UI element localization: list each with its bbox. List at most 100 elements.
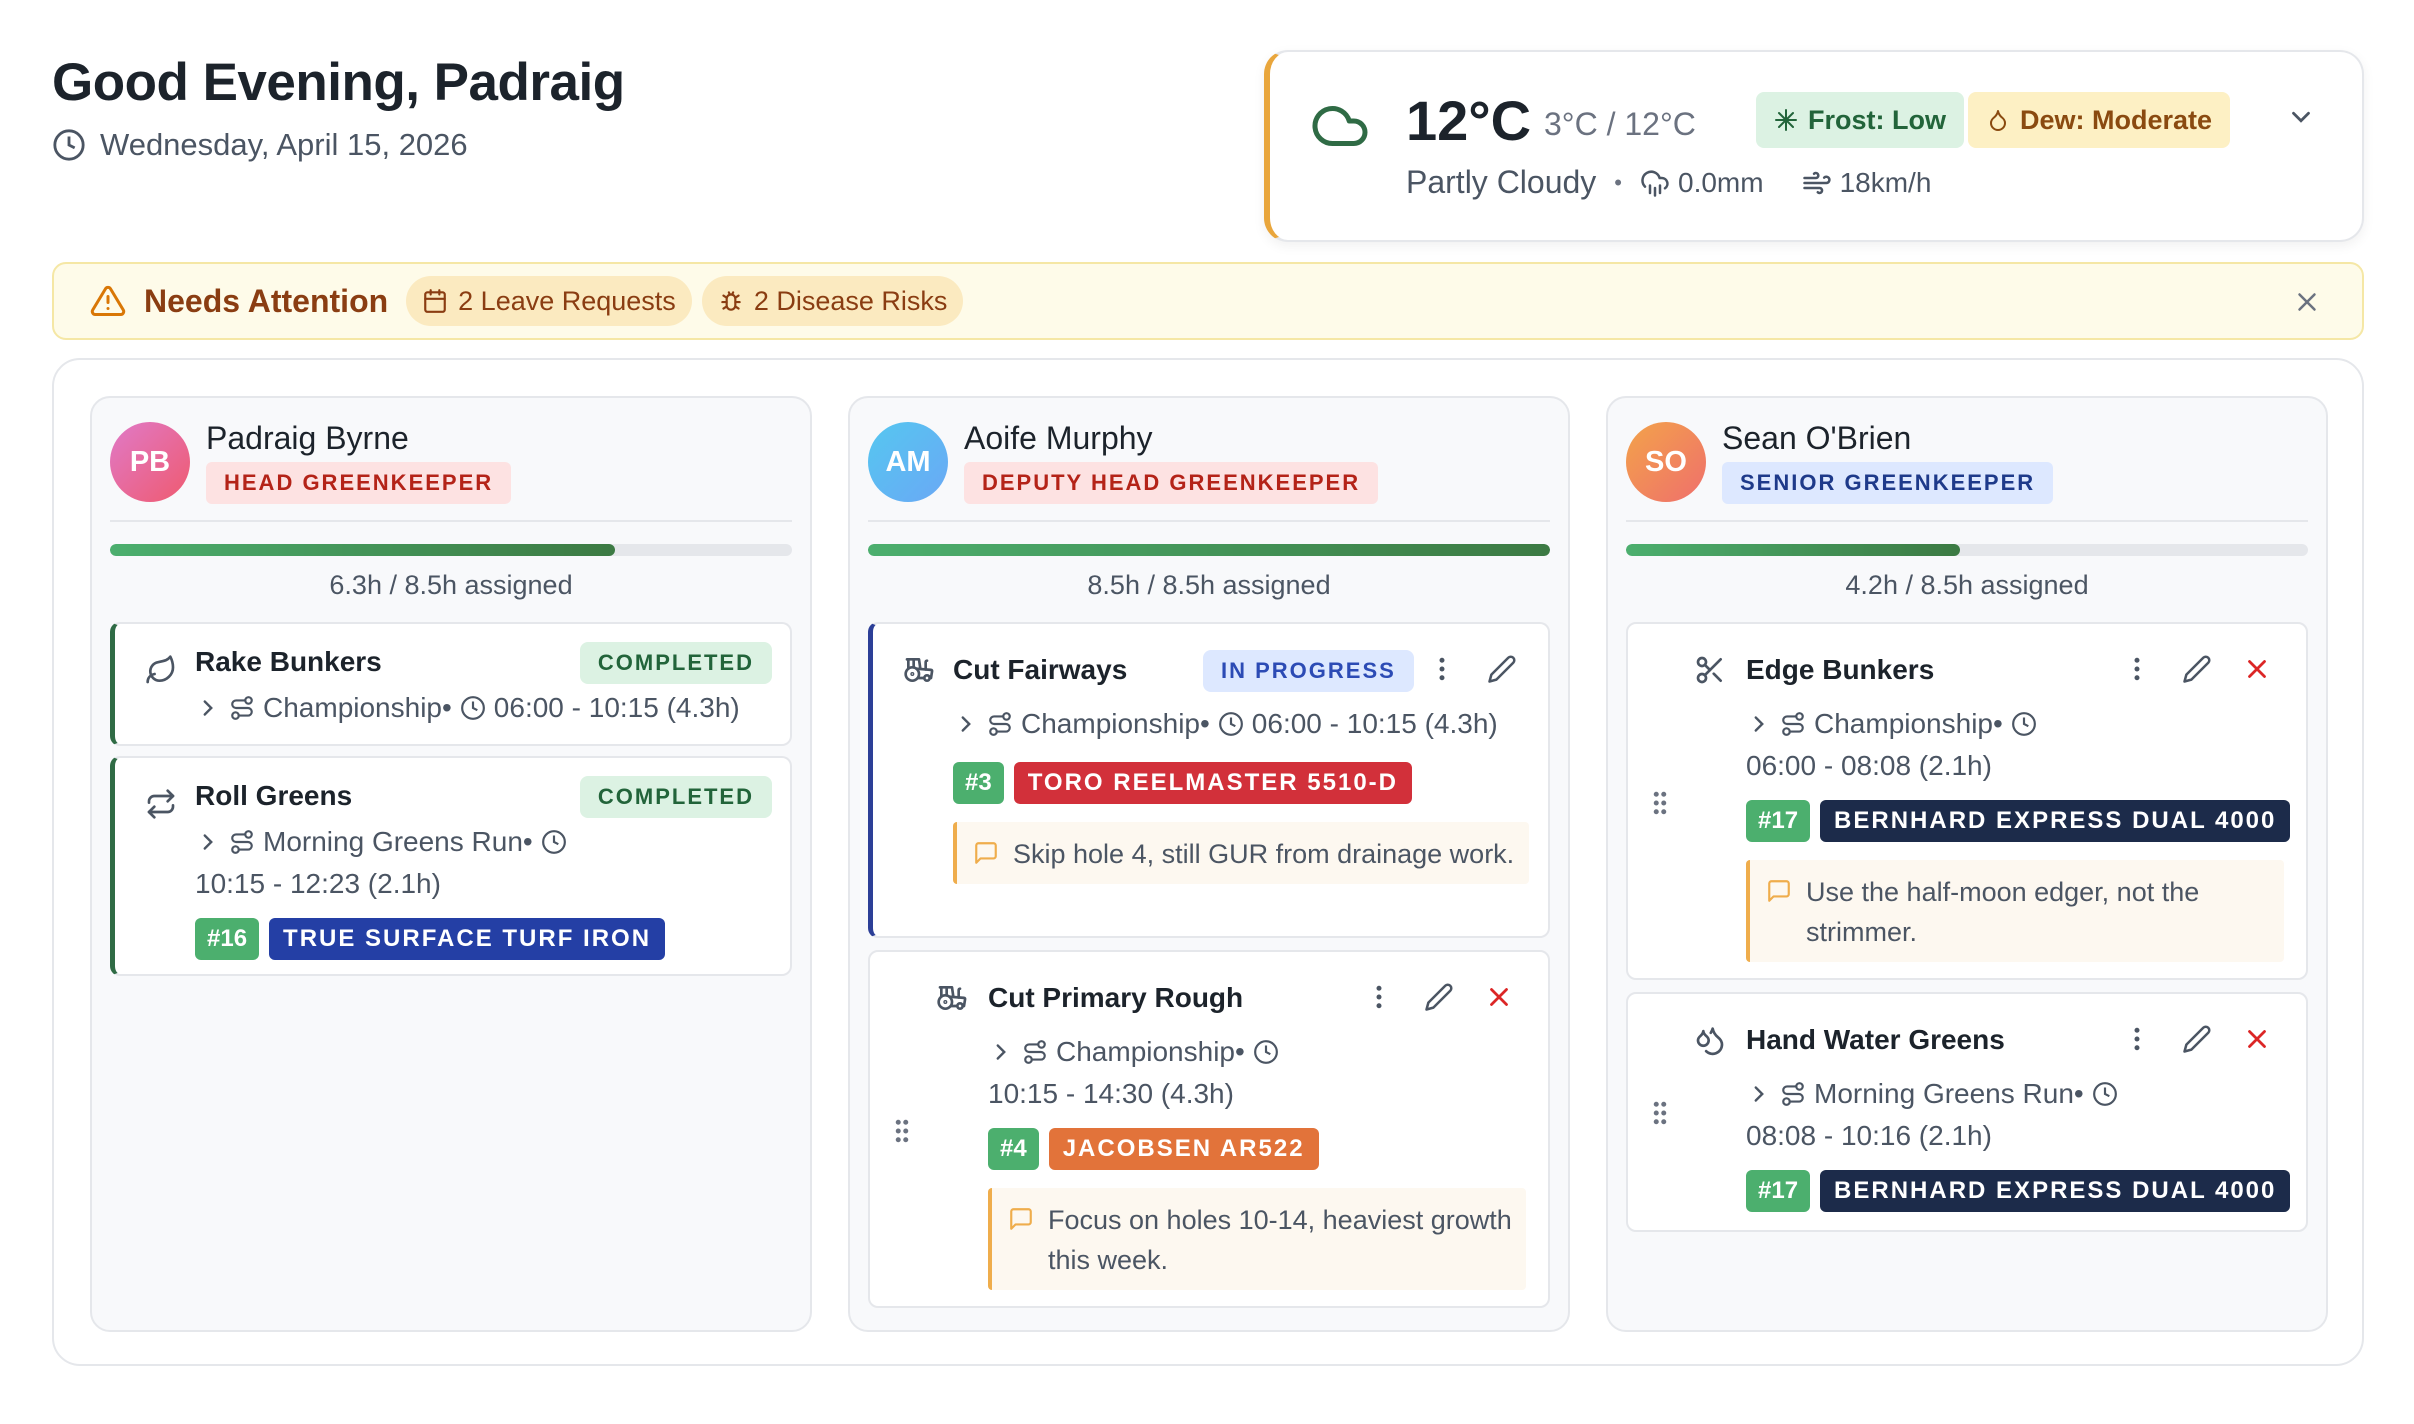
more-options-icon[interactable] — [2122, 654, 2152, 684]
chevron-right-icon[interactable] — [953, 711, 979, 737]
disease-risks-label: 2 Disease Risks — [753, 285, 948, 316]
cloud-rain-icon — [1640, 168, 1670, 198]
drag-handle-icon[interactable] — [1648, 788, 1672, 818]
task-meta: Morning Greens Run• — [1746, 1078, 2118, 1110]
staff-column: AM Aoife Murphy DEPUTY HEAD GREENKEEPER … — [848, 396, 1570, 1332]
task-card[interactable]: Hand Water Greens Morning Greens Run• 08… — [1626, 992, 2308, 1232]
calendar-icon — [422, 288, 448, 314]
chevron-right-icon[interactable] — [195, 695, 221, 721]
drag-handle-icon[interactable] — [1648, 1098, 1672, 1128]
disease-risks-chip[interactable]: 2 Disease Risks — [701, 276, 964, 326]
task-card[interactable]: Edge Bunkers Championship• 06:00 - 08:08… — [1626, 622, 2308, 980]
note-text: Use the half-moon edger, not the strimme… — [1806, 877, 2200, 947]
rainfall: 0.0mm — [1640, 167, 1764, 199]
staff-header: PB Padraig Byrne HEAD GREENKEEPER — [110, 420, 792, 522]
status-badge: IN PROGRESS — [1203, 650, 1414, 692]
clock-icon — [1218, 711, 1244, 737]
task-title: Edge Bunkers — [1746, 654, 1935, 685]
route-icon — [1022, 1039, 1048, 1065]
tag-row: #17 BERNHARD EXPRESS DUAL 4000 — [1746, 800, 2291, 842]
staff-column: PB Padraig Byrne HEAD GREENKEEPER 6.3h /… — [90, 396, 812, 1332]
edit-pencil-icon[interactable] — [1424, 982, 1454, 1012]
route-icon — [229, 695, 255, 721]
dew-label: Dew: Moderate — [2020, 104, 2213, 135]
leave-requests-label: 2 Leave Requests — [458, 285, 676, 316]
more-options-icon[interactable] — [1364, 982, 1394, 1012]
scissors-icon — [1694, 654, 1726, 686]
task-title: Hand Water Greens — [1746, 1024, 2005, 1055]
separator-dot: • — [1614, 169, 1622, 195]
progress-fill — [868, 544, 1550, 556]
more-options-icon[interactable] — [1427, 654, 1457, 684]
course-label: Championship• — [263, 692, 452, 723]
status-badge: COMPLETED — [579, 776, 772, 818]
drag-handle-icon[interactable] — [890, 1116, 914, 1146]
progress-fill — [1626, 544, 1961, 556]
rainfall-value: 0.0mm — [1678, 166, 1764, 198]
conditions-row: Partly Cloudy • 0.0mm 18km/h — [1406, 164, 1931, 201]
task-card[interactable]: Cut Fairways IN PROGRESS Championship• 0… — [868, 622, 1550, 938]
close-icon[interactable] — [2292, 287, 2322, 317]
edit-pencil-icon[interactable] — [2182, 1024, 2212, 1054]
task-meta: Championship• — [988, 1036, 1279, 1068]
page-title: Good Evening, Padraig — [52, 53, 625, 112]
frost-label: Frost: Low — [1808, 104, 1946, 135]
date-row: Wednesday, April 15, 2026 — [52, 127, 625, 163]
task-card[interactable]: Roll Greens COMPLETED Morning Greens Run… — [110, 756, 792, 976]
clock-icon — [541, 829, 567, 855]
edit-pencil-icon[interactable] — [2182, 654, 2212, 684]
wind: 18km/h — [1802, 167, 1931, 199]
weather-card[interactable]: 12°C 3°C / 12°C Partly Cloudy • 0.0mm 18… — [1264, 50, 2364, 242]
tag-row: #16 TRUE SURFACE TURF IRON — [195, 918, 666, 960]
chevron-down-icon[interactable] — [2286, 102, 2316, 132]
cloud-icon — [1310, 96, 1370, 156]
equipment-badge[interactable]: TRUE SURFACE TURF IRON — [269, 918, 666, 960]
status-badge: COMPLETED — [579, 642, 772, 684]
role-badge: HEAD GREENKEEPER — [206, 462, 512, 504]
hole-badge: #16 — [195, 918, 260, 960]
route-icon — [1780, 711, 1806, 737]
course-label: Championship• — [1814, 708, 2003, 739]
route-icon — [229, 829, 255, 855]
chevron-right-icon[interactable] — [1746, 711, 1772, 737]
equipment-badge[interactable]: TORO REELMASTER 5510-D — [1013, 762, 1412, 804]
message-icon — [973, 840, 999, 866]
task-title: Rake Bunkers — [195, 646, 382, 677]
delete-x-icon[interactable] — [2242, 654, 2272, 684]
leave-requests-chip[interactable]: 2 Leave Requests — [406, 276, 692, 326]
staff-header: SO Sean O'Brien SENIOR GREENKEEPER — [1626, 420, 2308, 522]
task-card[interactable]: Cut Primary Rough Championship• 10:15 - … — [868, 950, 1550, 1308]
course-label: Championship• — [1021, 708, 1210, 739]
more-options-icon[interactable] — [2122, 1024, 2152, 1054]
equipment-badge[interactable]: JACOBSEN AR522 — [1048, 1128, 1319, 1170]
delete-x-icon[interactable] — [2242, 1024, 2272, 1054]
hole-badge: #17 — [1746, 800, 1811, 842]
clock-icon — [460, 695, 486, 721]
chevron-right-icon[interactable] — [195, 829, 221, 855]
equipment-badge[interactable]: BERNHARD EXPRESS DUAL 4000 — [1820, 800, 2291, 842]
delete-x-icon[interactable] — [1484, 982, 1514, 1012]
hours-progress-bar — [110, 544, 792, 556]
chevron-right-icon[interactable] — [1746, 1081, 1772, 1107]
task-time: 10:15 - 12:23 (2.1h) — [195, 868, 441, 899]
task-time: 10:15 - 14:30 (4.3h) — [988, 1078, 1234, 1109]
tag-row: #4 JACOBSEN AR522 — [988, 1128, 1319, 1170]
chevron-right-icon[interactable] — [988, 1039, 1014, 1065]
equipment-badge[interactable]: BERNHARD EXPRESS DUAL 4000 — [1820, 1170, 2291, 1212]
role-badge: SENIOR GREENKEEPER — [1722, 462, 2054, 504]
hole-badge: #3 — [953, 762, 1004, 804]
task-time: 06:00 - 10:15 (4.3h) — [1251, 708, 1498, 739]
assigned-hours: 6.3h / 8.5h assigned — [329, 570, 573, 600]
staff-name: Padraig Byrne — [206, 420, 409, 456]
warning-icon — [90, 283, 126, 319]
edit-pencil-icon[interactable] — [1487, 654, 1517, 684]
attention-title: Needs Attention — [144, 282, 389, 319]
message-icon — [1008, 1206, 1034, 1232]
task-note: Focus on holes 10-14, heaviest growth th… — [988, 1188, 1526, 1290]
hours-progress-bar — [1626, 544, 2308, 556]
task-card[interactable]: Rake Bunkers COMPLETED Championship• 06:… — [110, 622, 792, 746]
leaf-icon — [145, 654, 177, 686]
wind-icon — [1802, 168, 1832, 198]
route-icon — [987, 711, 1013, 737]
hours-progress-bar — [868, 544, 1550, 556]
